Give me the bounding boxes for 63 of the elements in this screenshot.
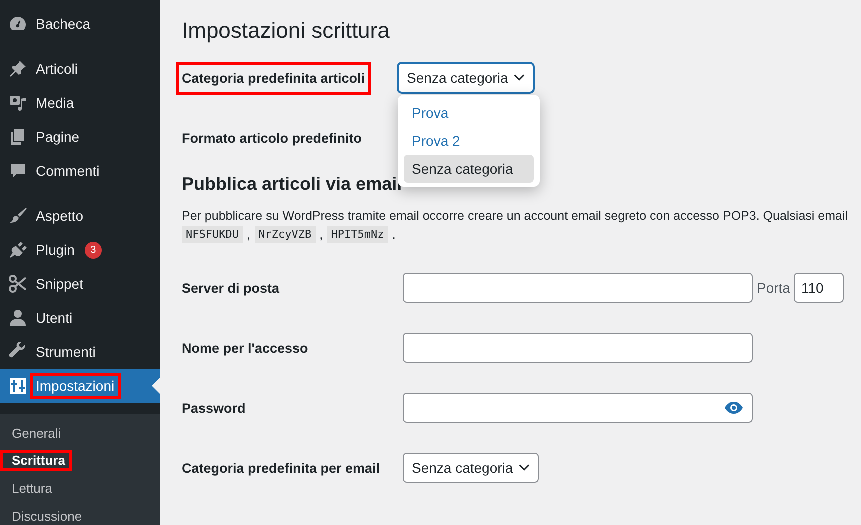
menu-label: Impostazioni: [30, 373, 121, 399]
dropdown-option[interactable]: Senza categoria: [404, 155, 534, 183]
field-label: Server di posta: [182, 280, 281, 296]
chevron-down-icon: [514, 74, 526, 82]
secret-code: NrZcyVZB: [254, 226, 316, 243]
brush-icon: [8, 206, 28, 226]
menu-item[interactable]: Media: [0, 86, 160, 120]
end-text: .: [392, 227, 396, 242]
media-icon: [8, 93, 28, 113]
field-label: Password: [182, 400, 247, 416]
menu-label: Pagine: [35, 128, 81, 147]
menu-item[interactable]: Aspetto: [0, 199, 160, 233]
menu-label: Articoli: [35, 60, 80, 79]
dropdown-option[interactable]: Prova 2: [404, 127, 534, 155]
menu-item[interactable]: Impostazioni: [0, 369, 160, 403]
menu-item[interactable]: Snippet: [0, 267, 160, 301]
separator-text: ,: [320, 227, 324, 242]
plug-icon: [8, 240, 28, 260]
menu-label: Plugin: [35, 241, 76, 260]
description-text: Per pubblicare su WordPress tramite email occorre creare un account email segreto con accesso POP3. Qualsiasi email: [182, 209, 850, 223]
eye-icon[interactable]: [724, 401, 744, 415]
menu-label: Media: [35, 94, 76, 113]
separator-text: ,: [246, 227, 251, 242]
menu-item[interactable]: Strumenti: [0, 335, 160, 369]
field-label: Categoria predefinita articoli: [176, 62, 372, 94]
menu-item[interactable]: Commenti: [0, 154, 160, 188]
menu-label: Commenti: [35, 162, 101, 181]
server-input[interactable]: [403, 273, 753, 303]
submenu-item[interactable]: Lettura: [0, 478, 60, 498]
category-select[interactable]: Senza categoria: [403, 453, 540, 483]
menu-label: Utenti: [35, 309, 74, 328]
menu-item[interactable]: Plugin 3: [0, 233, 160, 267]
field-label: Nome per l'accesso: [182, 340, 310, 356]
secret-code: NFSFUKDU: [182, 226, 243, 243]
submenu-item[interactable]: Discussione: [0, 506, 90, 525]
menu-item[interactable]: Pagine: [0, 120, 160, 154]
password-input[interactable]: [403, 393, 753, 423]
field-label: Formato articolo predefinito: [182, 130, 364, 146]
submenu-item[interactable]: Generali: [0, 422, 68, 444]
user-icon: [8, 308, 28, 328]
current-pointer-icon: [152, 378, 160, 394]
secret-code: HPIT5mNz: [327, 226, 388, 243]
submenu-item[interactable]: Scrittura: [0, 450, 72, 470]
page-title: Impostazioni scrittura: [182, 18, 391, 44]
chevron-down-icon: [519, 464, 530, 472]
menu-label: Aspetto: [35, 207, 84, 226]
menu-label: Bacheca: [35, 15, 92, 34]
sliders-icon: [8, 376, 28, 396]
category-select[interactable]: Senza categoria: [398, 63, 534, 93]
username-input[interactable]: [403, 333, 753, 363]
menu-item[interactable]: Articoli: [0, 52, 160, 86]
scissors-icon: [8, 274, 28, 294]
dropdown-option[interactable]: Prova: [404, 99, 534, 127]
port-label: Porta: [757, 280, 790, 296]
pin-icon: [8, 59, 28, 79]
menu-item[interactable]: Utenti: [0, 301, 160, 335]
menu-label: Strumenti: [35, 343, 97, 362]
field-label: Categoria predefinita per email: [182, 460, 382, 476]
menu-item[interactable]: Bacheca: [0, 7, 160, 41]
menu-label: Snippet: [35, 275, 84, 294]
port-input[interactable]: 110: [794, 273, 844, 303]
update-count-badge: 3: [84, 242, 102, 258]
comment-icon: [8, 161, 28, 181]
